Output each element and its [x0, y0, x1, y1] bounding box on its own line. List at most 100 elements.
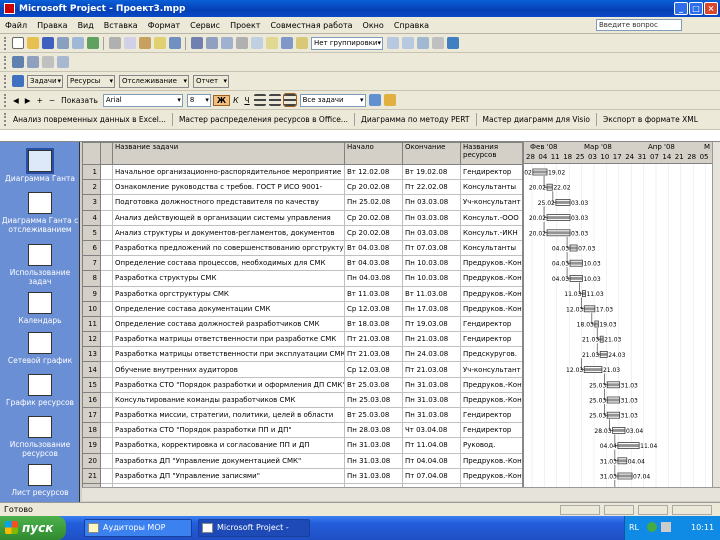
table-row[interactable]: 4 Анализ действующей в организации систем… [82, 209, 522, 226]
task-name-cell[interactable]: Консультирование команды разработчиков С… [112, 391, 345, 409]
start-cell[interactable]: Вт 04.03.08 [344, 255, 403, 272]
start-cell[interactable]: Вт 18.03.08 [344, 315, 403, 333]
volume-icon[interactable] [661, 522, 671, 532]
finish-cell[interactable]: Пт 07.04.08 [402, 467, 461, 484]
row-indicator[interactable] [100, 376, 113, 393]
underline-button[interactable]: Ч [241, 96, 252, 105]
show-dropdown[interactable]: Показать [58, 96, 101, 105]
task-name-cell[interactable]: Определение состава должностей разработч… [112, 315, 345, 333]
row-id[interactable]: 17 [82, 406, 101, 424]
outdent-icon[interactable]: ◀ [10, 96, 22, 105]
start-cell[interactable]: Вт 25.03.08 [344, 406, 403, 424]
finish-cell[interactable]: Вт 19.02.08 [402, 163, 461, 181]
start-cell[interactable]: Пн 28.03.08 [344, 422, 403, 439]
view-tracking-gantt[interactable]: Диаграмма Ганта с отслеживанием [0, 192, 80, 234]
task-name-cell[interactable]: Начальное организационно-распорядительно… [112, 163, 345, 181]
hide-subtasks-icon[interactable]: − [46, 96, 58, 105]
toolbar-grip[interactable] [4, 93, 7, 107]
row-indicator[interactable] [100, 224, 113, 241]
table-row[interactable]: 15 Разработка СТО "Порядок разработки и о… [82, 376, 522, 393]
menu-format[interactable]: Формат [143, 21, 185, 30]
header-resources[interactable]: Названия ресурсов [460, 142, 522, 165]
table-row[interactable]: 19 Разработка, корректировка и согласован… [82, 437, 522, 454]
row-indicator[interactable] [100, 270, 113, 287]
row-id[interactable]: 4 [82, 209, 101, 226]
table-row[interactable]: 17 Разработка миссии, стратегии, политики… [82, 406, 522, 424]
menu-collaborate[interactable]: Совместная работа [265, 21, 357, 30]
table-row[interactable]: 20 Разработка ДП "Управление документацие… [82, 452, 522, 469]
row-id[interactable]: 9 [82, 285, 101, 302]
resource-cell[interactable]: Гендиректор [460, 331, 522, 348]
row-indicator[interactable] [100, 179, 113, 196]
resource-cell[interactable]: Консультанты [460, 179, 522, 196]
link-tasks-icon[interactable] [205, 37, 218, 49]
menu-project[interactable]: Проект [225, 21, 265, 30]
menu-file[interactable]: Файл [0, 21, 32, 30]
resource-cell[interactable]: Уч-консультант [460, 361, 522, 378]
row-id[interactable]: 5 [82, 224, 101, 241]
bold-button[interactable]: Ж [212, 94, 231, 106]
autofilter-icon[interactable] [369, 94, 382, 106]
row-indicator[interactable] [100, 239, 113, 257]
table-row[interactable]: 1 Начальное организационно-распорядительн… [82, 163, 522, 181]
start-cell[interactable]: Пн 31.03.08 [344, 452, 403, 469]
header-indicators[interactable] [100, 142, 113, 165]
undo-icon[interactable] [168, 37, 181, 49]
row-indicator[interactable] [100, 300, 113, 317]
italic-button[interactable]: К [230, 96, 241, 105]
publish-icon[interactable] [295, 37, 308, 49]
start-cell[interactable]: Вт 25.03.08 [344, 376, 403, 393]
resource-cell[interactable]: Гендиректор [460, 315, 522, 333]
task-name-cell[interactable]: Разработка, корректировка и согласование… [112, 437, 345, 454]
row-id[interactable]: 7 [82, 255, 101, 272]
row-indicator[interactable] [100, 331, 113, 348]
row-id[interactable]: 3 [82, 194, 101, 211]
finish-cell[interactable]: Пт 21.03.08 [402, 361, 461, 378]
table-row[interactable]: 18 Разработка СТО "Порядок разработки ПП … [82, 422, 522, 439]
visio-wizard-button[interactable]: Мастер диаграмм для Visio [480, 115, 593, 124]
indent-icon[interactable]: ▶ [22, 96, 34, 105]
tasks-dropdown[interactable]: Задачи [27, 74, 63, 88]
task-info-icon[interactable] [250, 37, 263, 49]
table-row[interactable]: 7 Определение состава процессов, необходи… [82, 255, 522, 272]
view-resource-usage[interactable]: Использование ресурсов [0, 416, 80, 458]
xml-export-button[interactable]: Экспорт в формате XML [600, 115, 701, 124]
resource-cell[interactable]: Предруков.-Конс [460, 391, 522, 409]
finish-cell[interactable]: Пт 22.02.08 [402, 179, 461, 196]
preview-icon[interactable] [71, 37, 84, 49]
start-cell[interactable]: Пт 21.03.08 [344, 346, 403, 363]
group-by-select[interactable]: Нет группировки [311, 36, 383, 50]
task-name-cell[interactable]: Разработка матрицы ответственности при р… [112, 331, 345, 348]
resource-cell[interactable]: Предскуругов. [460, 346, 522, 363]
close-button[interactable]: × [704, 2, 718, 15]
pert-chart-button[interactable]: Диаграмма по методу PERT [358, 115, 473, 124]
finish-cell[interactable]: Чт 03.04.08 [402, 422, 461, 439]
update-as-scheduled-icon[interactable] [26, 56, 39, 68]
view-network-diagram[interactable]: Сетевой график [0, 332, 80, 365]
row-indicator[interactable] [100, 467, 113, 484]
start-cell[interactable]: Ср 12.03.08 [344, 361, 403, 378]
gantt-bars[interactable]: 12.02 19.02 20.02 22.02 25.02 03.03 20.02 03.03… [524, 142, 712, 487]
table-row[interactable]: 10 Определение состава документации СМК Ср… [82, 300, 522, 317]
finish-cell[interactable]: Пн 24.03.08 [402, 346, 461, 363]
horizontal-scrollbar[interactable] [82, 487, 720, 501]
finish-cell[interactable]: Пн 31.03.08 [402, 406, 461, 424]
toolbar-grip[interactable] [4, 74, 7, 88]
finish-cell[interactable]: Пн 10.03.08 [402, 270, 461, 287]
resource-cell[interactable]: Руковод. [460, 437, 522, 454]
align-right-icon[interactable] [283, 93, 298, 107]
menu-insert[interactable]: Вставка [99, 21, 143, 30]
resource-cell[interactable]: Консультанты [460, 239, 522, 257]
show-subtasks-icon[interactable]: + [34, 96, 46, 105]
row-id[interactable]: 8 [82, 270, 101, 287]
resource-cell[interactable]: Уч-консультант [460, 194, 522, 211]
table-row[interactable]: 8 Разработка структуры СМК Пн 04.03.08 Пн 1… [82, 270, 522, 287]
zoom-out-icon[interactable] [401, 37, 414, 49]
start-cell[interactable]: Вт 04.03.08 [344, 239, 403, 257]
help-icon[interactable] [446, 37, 459, 49]
table-row[interactable]: 16 Консультирование команды разработчиков… [82, 391, 522, 409]
resource-cell[interactable]: Гендиректор [460, 163, 522, 181]
task-name-cell[interactable]: Разработка СТО "Порядок разработки и офо… [112, 376, 345, 393]
table-row[interactable]: 6 Разработка предложений по совершенствов… [82, 239, 522, 257]
row-indicator[interactable] [100, 209, 113, 226]
